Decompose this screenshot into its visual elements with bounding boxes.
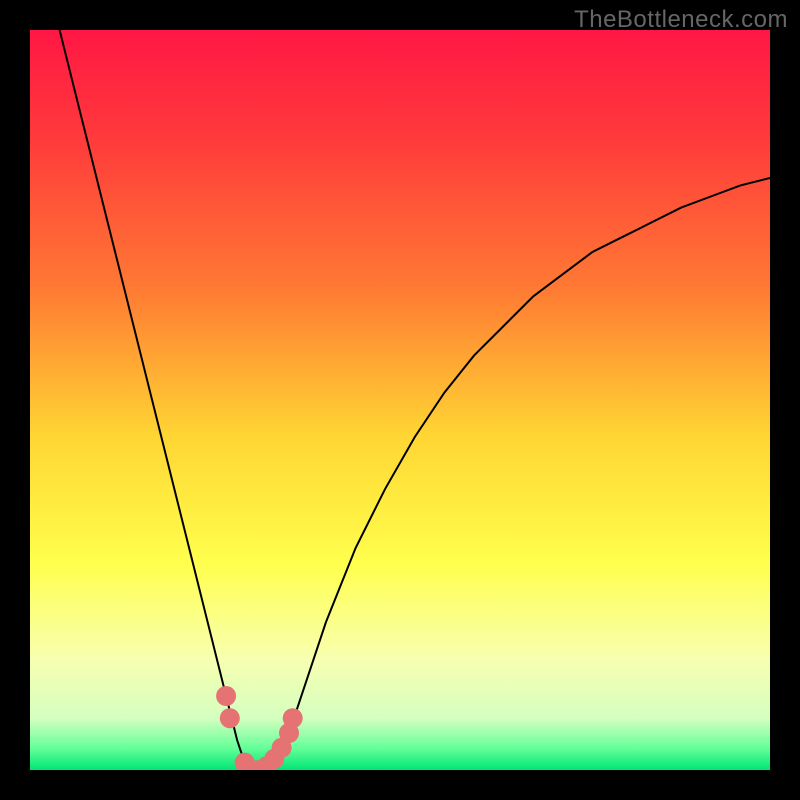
- bottleneck-chart: [30, 30, 770, 770]
- marker-point: [283, 708, 303, 728]
- marker-point: [216, 686, 236, 706]
- gradient-background: [30, 30, 770, 770]
- watermark-text: TheBottleneck.com: [574, 6, 788, 34]
- marker-point: [220, 708, 240, 728]
- chart-frame: [30, 30, 770, 770]
